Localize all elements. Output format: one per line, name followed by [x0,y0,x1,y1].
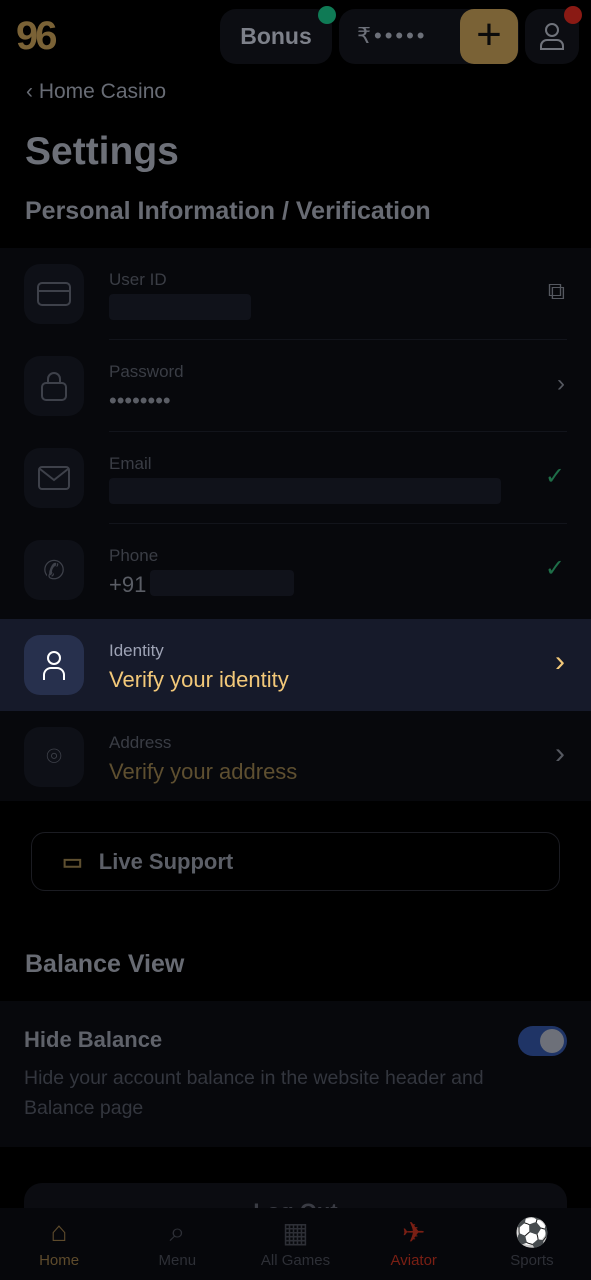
phone-number-redacted [150,570,294,596]
nav-aviator[interactable]: ✈ Aviator [355,1208,473,1280]
airplane-icon: ✈ [401,1217,426,1248]
user-id-row: User ID ⧉ [0,248,591,340]
profile-notification-dot [564,6,582,24]
password-label: Password [109,362,184,381]
hide-balance-card: Hide Balance Hide your account balance i… [0,1001,591,1147]
section-balance-title: Balance View [25,950,185,978]
grid-icon: ▦ [282,1217,309,1248]
identity-label: Identity [109,641,164,660]
user-id-label: User ID [109,270,167,289]
person-icon [24,635,84,695]
phone-row: ✆ Phone +91 ✓ [0,524,591,616]
personal-info-card: User ID ⧉ Password •••••••• › Email ✓ ✆ … [0,248,591,801]
logo[interactable]: 96 [16,14,57,59]
soccer-ball-icon: ⚽ [514,1217,550,1248]
password-row[interactable]: Password •••••••• › [0,340,591,432]
home-icon: ⌂ [50,1216,68,1247]
identity-row[interactable]: Identity Verify your identity › [0,619,591,711]
back-label: Home Casino [38,80,167,103]
hide-balance-title: Hide Balance [24,1027,163,1052]
address-row[interactable]: ⌾ Address Verify your address › [0,711,591,803]
live-support-label: Live Support [98,848,234,874]
bonus-button[interactable]: Bonus [220,9,332,64]
nav-all-games[interactable]: ▦ All Games [236,1208,354,1280]
chat-icon: ▭ [62,848,83,874]
hide-balance-toggle[interactable] [518,1026,567,1056]
nav-sports[interactable]: ⚽ Sports [473,1208,591,1280]
email-row: Email ✓ [0,432,591,524]
phone-label: Phone [109,546,159,565]
deposit-button[interactable]: + [460,9,518,64]
bonus-notification-dot [318,6,336,24]
copy-icon[interactable]: ⧉ [548,278,565,306]
section-personal-title: Personal Information / Verification [25,197,431,225]
check-icon: ✓ [544,463,565,490]
user-id-value-redacted [109,294,251,320]
chevron-right-icon[interactable]: › [557,370,565,398]
chevron-left-icon: ‹ [26,80,39,103]
hide-balance-description: Hide your account balance in the website… [24,1067,484,1119]
email-value-redacted [109,478,501,504]
email-label: Email [109,454,152,473]
bottom-nav: ⌂ Home ⌕ Menu ▦ All Games ✈ Aviator ⚽ Sports [0,1208,591,1280]
nav-home[interactable]: ⌂ Home [0,1208,118,1280]
chevron-right-icon: › [555,645,565,678]
phone-value: +91 [109,572,147,597]
search-menu-icon: ⌕ [169,1216,186,1247]
mail-icon [24,448,84,508]
password-value: •••••••• [109,388,171,413]
check-icon: ✓ [544,555,565,582]
phone-icon: ✆ [24,540,84,600]
location-pin-icon: ⌾ [24,727,84,787]
address-label: Address [109,733,172,752]
nav-menu[interactable]: ⌕ Menu [118,1208,236,1280]
bonus-label: Bonus [240,23,312,49]
chevron-right-icon: › [555,737,565,770]
page-title: Settings [25,130,179,173]
live-support-button[interactable]: ▭ Live Support [31,832,560,891]
lock-icon [24,356,84,416]
address-value: Verify your address [109,759,298,784]
back-link[interactable]: ‹ Home Casino [26,80,166,104]
identity-value: Verify your identity [109,667,289,692]
card-icon [24,264,84,324]
